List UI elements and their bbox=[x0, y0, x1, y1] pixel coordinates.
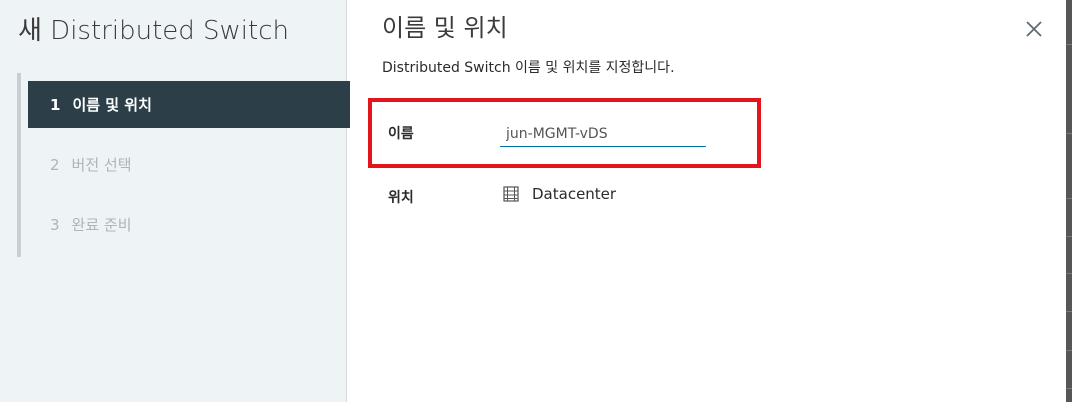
step-number: 3 bbox=[50, 215, 60, 234]
step-label: 완료 준비 bbox=[71, 216, 132, 234]
name-input[interactable] bbox=[500, 121, 706, 147]
close-icon bbox=[1026, 21, 1042, 37]
background-window-edge bbox=[1066, 0, 1072, 402]
step-select-version[interactable]: 2 버전 선택 bbox=[28, 141, 350, 188]
step-number: 1 bbox=[50, 95, 61, 114]
page-description: Distributed Switch 이름 및 위치를 지정합니다. bbox=[382, 60, 675, 76]
location-value[interactable]: Datacenter bbox=[502, 185, 616, 203]
wizard-title: 새 Distributed Switch bbox=[18, 16, 289, 46]
step-label: 이름 및 위치 bbox=[72, 96, 152, 114]
datacenter-icon bbox=[503, 186, 519, 202]
location-label: 위치 bbox=[388, 190, 414, 206]
new-distributed-switch-wizard: 새 Distributed Switch 1 이름 및 위치 2 버전 선택 3… bbox=[0, 0, 1066, 402]
wizard-sidebar: 새 Distributed Switch 1 이름 및 위치 2 버전 선택 3… bbox=[0, 0, 350, 402]
page-title: 이름 및 위치 bbox=[382, 14, 508, 42]
step-name-and-location[interactable]: 1 이름 및 위치 bbox=[28, 81, 350, 128]
step-label: 버전 선택 bbox=[71, 156, 132, 174]
wizard-steps: 1 이름 및 위치 2 버전 선택 3 완료 준비 bbox=[17, 73, 350, 257]
wizard-content: 이름 및 위치 Distributed Switch 이름 및 위치를 지정합니… bbox=[347, 0, 1066, 402]
step-number: 2 bbox=[50, 155, 60, 174]
step-ready-to-complete[interactable]: 3 완료 준비 bbox=[28, 201, 350, 248]
name-label: 이름 bbox=[388, 126, 414, 142]
location-text: Datacenter bbox=[532, 185, 617, 203]
close-button[interactable] bbox=[1023, 18, 1045, 40]
